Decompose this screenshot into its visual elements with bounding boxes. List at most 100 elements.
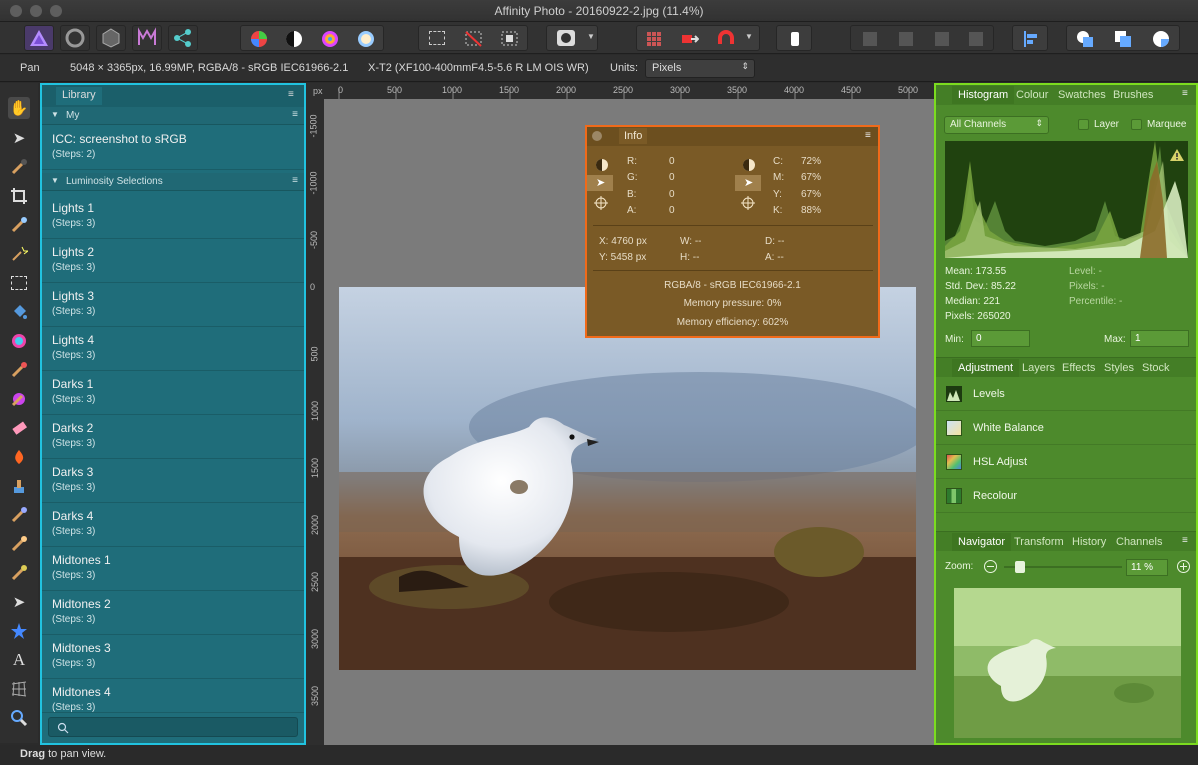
assistant-icon[interactable] xyxy=(681,30,699,48)
tab-channels[interactable]: Channels xyxy=(1116,533,1162,551)
grid-icon[interactable] xyxy=(645,30,663,48)
color-mode-icon[interactable] xyxy=(594,157,610,173)
eyedropper-tool-icon[interactable] xyxy=(8,156,30,178)
tab-stock[interactable]: Stock xyxy=(1142,359,1170,377)
library-item[interactable]: Midtones 2 (Steps: 3) xyxy=(42,591,304,635)
deselect-icon[interactable] xyxy=(465,30,483,48)
max-input[interactable]: 1 xyxy=(1130,330,1189,347)
library-item[interactable]: Darks 3 (Steps: 3) xyxy=(42,459,304,503)
vignette-button[interactable] xyxy=(776,25,812,51)
library-item[interactable]: Lights 3 (Steps: 3) xyxy=(42,283,304,327)
library-item[interactable]: Darks 2 (Steps: 3) xyxy=(42,415,304,459)
adjustment-white-balance[interactable]: White Balance xyxy=(936,411,1196,445)
shape-tool-icon[interactable] xyxy=(8,620,30,642)
library-item[interactable]: ICC: screenshot to sRGB (Steps: 2) xyxy=(42,126,304,170)
section-menu-icon[interactable]: ≡ xyxy=(292,109,298,120)
crosshair-icon-2[interactable] xyxy=(740,195,756,211)
tab-navigator[interactable]: Navigator xyxy=(952,533,1012,551)
paint-brush-tool-icon[interactable] xyxy=(8,359,30,381)
tab-swatches[interactable]: Swatches xyxy=(1058,86,1106,104)
section-menu-icon[interactable]: ≡ xyxy=(292,175,298,186)
dodge-tool-icon[interactable] xyxy=(8,562,30,584)
zoom-input[interactable]: 11 % xyxy=(1126,559,1168,576)
move-to-front-icon[interactable] xyxy=(969,32,983,46)
move-back-icon[interactable] xyxy=(899,32,913,46)
library-item[interactable]: Midtones 3 (Steps: 3) xyxy=(42,635,304,679)
panel-menu-icon[interactable]: ≡ xyxy=(865,130,871,141)
library-section-luminosity[interactable]: ▼ Luminosity Selections ≡ xyxy=(42,173,304,191)
white-balance-icon[interactable] xyxy=(357,30,375,48)
align-button[interactable] xyxy=(1012,25,1048,51)
layer-checkbox[interactable] xyxy=(1078,119,1089,130)
move-tool-icon[interactable]: ➤ xyxy=(8,127,30,149)
black-white-icon[interactable] xyxy=(285,30,303,48)
tab-histogram[interactable]: Histogram xyxy=(952,86,1015,104)
flood-fill-tool-icon[interactable] xyxy=(8,301,30,323)
magnet-icon[interactable] xyxy=(717,30,735,48)
library-item[interactable]: Darks 4 (Steps: 3) xyxy=(42,503,304,547)
move-to-back-icon[interactable] xyxy=(863,32,877,46)
zoom-slider-thumb[interactable] xyxy=(1015,561,1025,573)
flood-select-tool-icon[interactable] xyxy=(8,243,30,265)
library-search-input[interactable] xyxy=(48,717,298,737)
select-all-icon[interactable] xyxy=(429,31,445,45)
library-item[interactable]: Lights 1 (Steps: 3) xyxy=(42,195,304,239)
navigator-preview[interactable] xyxy=(954,588,1181,738)
tab-library[interactable]: Library xyxy=(56,87,102,105)
tab-adjustment[interactable]: Adjustment xyxy=(952,359,1020,377)
develop-persona-button[interactable] xyxy=(96,25,126,51)
tab-brushes[interactable]: Brushes xyxy=(1113,86,1153,104)
mesh-warp-tool-icon[interactable] xyxy=(8,678,30,700)
min-input[interactable]: 0 xyxy=(971,330,1030,347)
zoom-tool-icon[interactable] xyxy=(8,707,30,729)
library-item[interactable]: Darks 1 (Steps: 3) xyxy=(42,371,304,415)
move-forward-icon[interactable] xyxy=(935,32,949,46)
panel-menu-icon[interactable]: ≡ xyxy=(1182,88,1188,99)
pointer-target-icon-2[interactable]: ➤ xyxy=(735,175,761,191)
photo-persona-button[interactable] xyxy=(24,25,54,51)
zoom-in-icon[interactable] xyxy=(1176,559,1191,574)
tab-colour[interactable]: Colour xyxy=(1016,86,1048,104)
color-mode-icon-2[interactable] xyxy=(741,157,757,173)
color-wheel-icon[interactable] xyxy=(250,30,268,48)
panel-menu-icon[interactable]: ≡ xyxy=(1182,535,1188,546)
snapping-chevron-icon[interactable]: ▼ xyxy=(745,32,753,41)
node-tool-icon[interactable]: ➤ xyxy=(8,591,30,613)
units-select[interactable]: Pixels ⇕ xyxy=(645,59,755,78)
library-item[interactable]: Midtones 4 (Steps: 3) xyxy=(42,679,304,713)
panel-menu-icon[interactable]: ≡ xyxy=(288,89,294,100)
adjustment-levels[interactable]: Levels xyxy=(936,377,1196,411)
tab-transform[interactable]: Transform xyxy=(1014,533,1064,551)
clone-tool-icon[interactable] xyxy=(8,475,30,497)
zoom-out-icon[interactable] xyxy=(983,559,998,574)
burn-tool-icon[interactable] xyxy=(8,446,30,468)
quick-mask-dropdown[interactable]: ▼ xyxy=(546,25,598,51)
zoom-slider[interactable] xyxy=(1004,561,1122,573)
tab-effects[interactable]: Effects xyxy=(1062,359,1095,377)
marquee-checkbox[interactable] xyxy=(1131,119,1142,130)
library-item[interactable]: Lights 4 (Steps: 3) xyxy=(42,327,304,371)
add-icon[interactable] xyxy=(1075,29,1095,49)
crop-tool-icon[interactable] xyxy=(8,185,30,207)
tab-history[interactable]: History xyxy=(1072,533,1106,551)
selection-brush-tool-icon[interactable] xyxy=(8,214,30,236)
document-image[interactable] xyxy=(339,287,916,670)
library-item[interactable]: Lights 2 (Steps: 3) xyxy=(42,239,304,283)
tab-info[interactable]: Info xyxy=(619,128,648,144)
tab-styles[interactable]: Styles xyxy=(1104,359,1134,377)
hsl-icon[interactable] xyxy=(321,30,339,48)
channel-select[interactable]: All Channels ⇕ xyxy=(944,116,1049,134)
color-picker-tool-icon[interactable] xyxy=(8,330,30,352)
warning-icon[interactable] xyxy=(1169,148,1185,162)
marquee-tool-icon[interactable] xyxy=(8,272,30,294)
hand-tool-icon[interactable]: ✋ xyxy=(8,97,30,119)
erase-tool-icon[interactable] xyxy=(8,417,30,439)
color-replacement-tool-icon[interactable] xyxy=(8,388,30,410)
adjustment-hsl[interactable]: HSL Adjust xyxy=(936,445,1196,479)
library-item[interactable]: Midtones 1 (Steps: 3) xyxy=(42,547,304,591)
healing-tool-icon[interactable] xyxy=(8,504,30,526)
library-section-my[interactable]: ▼ My ≡ xyxy=(42,107,304,125)
close-panel-icon[interactable] xyxy=(592,131,602,141)
text-tool-icon[interactable]: A xyxy=(8,649,30,671)
tab-layers[interactable]: Layers xyxy=(1022,359,1055,377)
